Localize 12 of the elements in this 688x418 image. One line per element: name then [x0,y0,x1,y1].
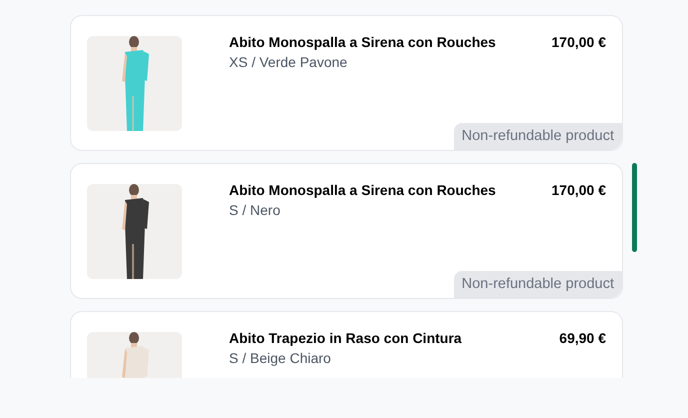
product-price: 170,00 € [552,181,606,200]
product-variant: S / Nero [229,201,282,220]
scrollbar-thumb[interactable] [632,163,637,252]
non-refundable-tag: Non-refundable product [454,123,622,150]
non-refundable-tag: Non-refundable product [454,271,622,298]
product-price: 69,90 € [559,329,606,348]
product-price: 170,00 € [552,33,606,52]
product-name: Abito Monospalla a Sirena con Rouches [229,33,497,52]
product-variant: XS / Verde Pavone [229,53,348,72]
product-name: Abito Monospalla a Sirena con Rouches [229,181,497,200]
product-name: Abito Trapezio in Raso con Cintura [229,329,463,348]
product-variant: S / Beige Chiaro [229,349,332,368]
